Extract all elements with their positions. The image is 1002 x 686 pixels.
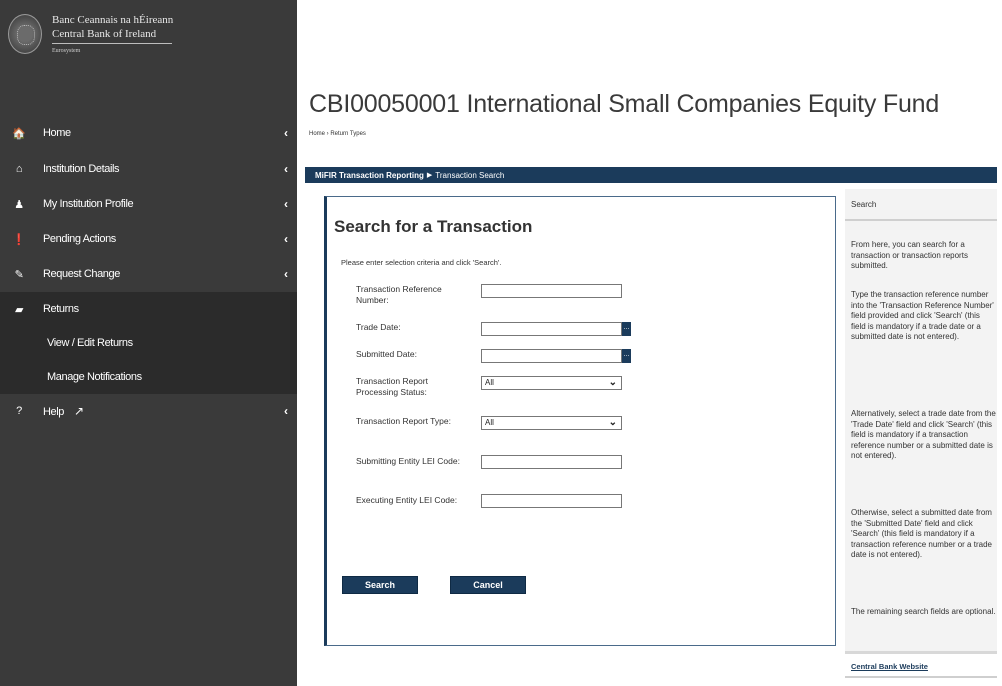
sidebar-subitem-view-edit-returns[interactable]: View / Edit Returns — [0, 326, 297, 360]
trn-label: Transaction Reference Number: — [356, 284, 442, 305]
trade-date-input[interactable] — [481, 322, 622, 336]
central-bank-website-link[interactable]: Central Bank Website — [851, 662, 928, 671]
sidebar-item-label: Help — [43, 406, 65, 418]
sidebar-item-label: Institution Details — [43, 163, 120, 175]
sidebar-item-institution-details[interactable]: ⌂ Institution Details ‹ — [0, 152, 297, 186]
section-breadcrumb-bar: MiFIR Transaction Reporting ▶ Transactio… — [305, 167, 997, 183]
sidebar-item-pending-actions[interactable]: ❗ Pending Actions ‹ — [0, 222, 297, 256]
sidebar-item-label: Returns — [43, 303, 79, 315]
cancel-button[interactable]: Cancel — [450, 576, 526, 594]
chevron-left-icon: ‹ — [284, 126, 288, 140]
search-button[interactable]: Search — [342, 576, 418, 594]
executing-lei-input[interactable] — [481, 494, 622, 508]
executing-lei-label: Executing Entity LEI Code: — [356, 495, 458, 505]
caret-right-icon: ▶ — [426, 172, 433, 179]
help-paragraph: Type the transaction reference number in… — [851, 290, 994, 341]
submitting-lei-label: Submitting Entity LEI Code: — [356, 456, 460, 466]
sidebar-subitem-label: Manage Notifications — [47, 371, 142, 383]
breadcrumb-mifir-reporting[interactable]: MiFIR Transaction Reporting — [315, 171, 424, 180]
logo-english-name: Central Bank of Ireland — [52, 28, 157, 40]
chevron-left-icon: ‹ — [284, 162, 288, 176]
home-icon: 🏠 — [12, 127, 26, 140]
sidebar-item-label: Request Change — [43, 268, 120, 280]
submitted-date-input[interactable] — [481, 349, 622, 363]
processing-status-select[interactable]: All ⌄ — [481, 376, 622, 390]
sidebar-item-label: My Institution Profile — [43, 198, 134, 210]
chevron-left-icon: ‹ — [284, 197, 288, 211]
breadcrumb-transaction-search: Transaction Search — [435, 170, 505, 180]
user-icon: ♟ — [14, 198, 24, 211]
report-type-label: Transaction Report Type: — [356, 416, 451, 426]
help-title: Search — [851, 200, 877, 209]
form-title: Search for a Transaction — [334, 217, 533, 236]
help-paragraph: From here, you can search for a transact… — [851, 240, 968, 270]
edit-icon: ✎ — [14, 268, 24, 281]
sidebar-item-help[interactable]: ? Help ↗ ‹ — [0, 394, 297, 428]
sidebar-subitem-manage-notifications[interactable]: Manage Notifications — [0, 360, 297, 394]
help-paragraph: The remaining search fields are optional… — [851, 607, 996, 616]
submitted-date-picker-button[interactable]: ... — [622, 349, 631, 363]
sidebar-item-returns[interactable]: ▰ Returns — [0, 292, 297, 326]
report-type-select[interactable]: All ⌄ — [481, 416, 622, 430]
app-root: Banc Ceannais na hÉireann Central Bank o… — [0, 0, 1002, 686]
trade-date-picker-button[interactable]: ... — [622, 322, 631, 336]
question-circle-icon: ? — [16, 405, 22, 417]
processing-status-label: Transaction Report Processing Status: — [356, 376, 428, 397]
chevron-down-icon: ⌄ — [608, 377, 617, 388]
help-paragraph: Otherwise, select a submitted date from … — [851, 508, 992, 559]
help-divider — [845, 651, 997, 654]
chevron-down-icon: ⌄ — [608, 417, 617, 428]
sidebar-item-label: Pending Actions — [43, 233, 116, 245]
sidebar-item-request-change[interactable]: ✎ Request Change ‹ — [0, 257, 297, 291]
central-bank-logo[interactable]: Banc Ceannais na hÉireann Central Bank o… — [4, 8, 294, 68]
processing-status-value: All — [485, 378, 494, 387]
sidebar: Banc Ceannais na hÉireann Central Bank o… — [0, 0, 297, 686]
sidebar-item-home[interactable]: 🏠 Home ‹ — [0, 116, 297, 150]
transaction-reference-input[interactable] — [481, 284, 622, 298]
chevron-left-icon: ‹ — [284, 267, 288, 281]
external-link-icon: ↗ — [74, 404, 84, 418]
sidebar-subitem-label: View / Edit Returns — [47, 337, 133, 349]
help-paragraph: Alternatively, select a trade date from … — [851, 409, 996, 460]
chevron-left-icon: ‹ — [284, 404, 288, 418]
logo-eurosystem: Eurosystem — [52, 48, 81, 54]
page-title: CBI00050001 International Small Companie… — [309, 90, 940, 118]
sidebar-item-label: Home — [43, 127, 71, 139]
logo-divider — [52, 43, 172, 44]
seal-icon — [8, 14, 42, 54]
exclamation-circle-icon: ❗ — [12, 233, 26, 246]
breadcrumb[interactable]: Home › Return Types — [309, 131, 366, 137]
sidebar-item-my-institution-profile[interactable]: ♟ My Institution Profile ‹ — [0, 187, 297, 221]
bank-icon: ⌂ — [15, 163, 23, 175]
help-divider — [845, 219, 997, 221]
logo-irish-name: Banc Ceannais na hÉireann — [52, 14, 174, 26]
submitted-date-label: Submitted Date: — [356, 349, 417, 359]
report-type-value: All — [485, 418, 494, 427]
chevron-left-icon: ‹ — [284, 232, 288, 246]
help-divider — [845, 676, 997, 678]
folder-open-icon: ▰ — [14, 303, 24, 316]
trade-date-label: Trade Date: — [356, 322, 401, 332]
submitting-lei-input[interactable] — [481, 455, 622, 469]
form-instructions: Please enter selection criteria and clic… — [341, 258, 502, 267]
